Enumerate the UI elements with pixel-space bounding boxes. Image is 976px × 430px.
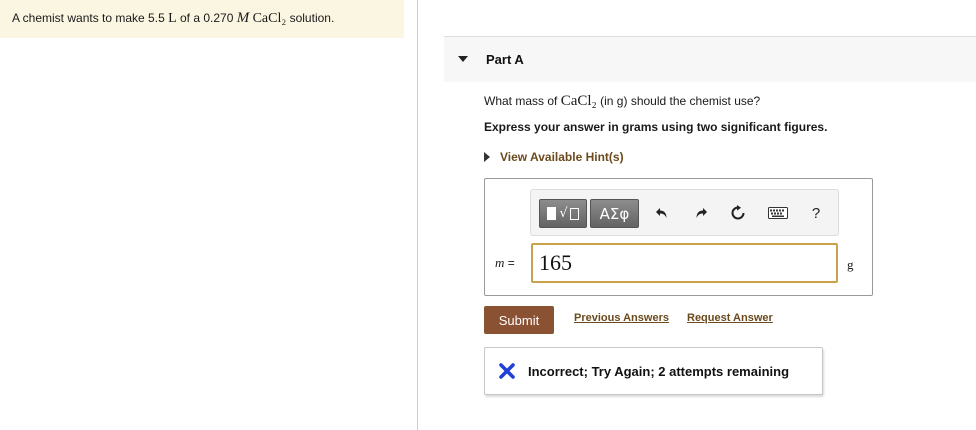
view-hints-label: View Available Hint(s) [500, 150, 624, 164]
answer-unit: g [847, 257, 854, 272]
feedback-box: Incorrect; Try Again; 2 attempts remaini… [484, 347, 823, 395]
question-text: What mass of CaCl₂ (in g) should the che… [484, 93, 760, 110]
answer-box: √ ΑΣφ ? m = g [484, 178, 873, 296]
feedback-message: Incorrect; Try Again; 2 attempts remaini… [528, 364, 790, 379]
template-button[interactable]: √ [539, 199, 587, 228]
undo-icon[interactable] [651, 202, 673, 224]
radical-icon: √ [559, 206, 568, 221]
compound-formula: CaCl₂ [252, 11, 287, 26]
expand-triangle-icon [484, 152, 490, 162]
answer-variable: m [495, 255, 505, 270]
problem-text-suffix: solution. [289, 11, 335, 25]
answer-input[interactable] [531, 243, 838, 283]
question-compound: CaCl₂ [560, 93, 597, 109]
keyboard-icon[interactable] [767, 202, 789, 224]
submit-button[interactable]: Submit [484, 306, 554, 334]
answer-instruction: Express your answer in grams using two s… [484, 120, 828, 134]
template-block-icon [547, 207, 557, 220]
volume-unit: L [168, 11, 177, 26]
problem-text-of: of a 0.270 [180, 11, 234, 25]
view-hints-link[interactable]: View Available Hint(s) [484, 150, 624, 164]
help-button[interactable]: ? [805, 202, 827, 224]
problem-statement: A chemist wants to make 5.5 L of a 0.270… [0, 0, 404, 38]
answer-variable-label: m = [495, 255, 515, 271]
molarity-unit: M [236, 10, 250, 26]
reset-icon[interactable] [727, 202, 749, 224]
math-toolbar: √ ΑΣφ ? [530, 189, 839, 236]
request-answer-link[interactable]: Request Answer [687, 312, 773, 324]
question-suffix: should the chemist use? [630, 94, 761, 108]
problem-text-prefix: A chemist wants to make 5.5 [12, 11, 165, 25]
question-prefix: What mass of [484, 94, 558, 108]
answer-equals: = [507, 256, 515, 270]
greek-symbols-button[interactable]: ΑΣφ [590, 199, 639, 228]
template-box-icon [569, 207, 579, 220]
redo-icon[interactable] [690, 202, 712, 224]
part-title[interactable]: Part A [486, 52, 524, 67]
previous-answers-link[interactable]: Previous Answers [574, 312, 669, 324]
x-mark-icon [499, 363, 515, 379]
column-divider [417, 0, 418, 430]
collapse-caret-icon[interactable] [458, 56, 468, 62]
question-unit-hint: (in g) [600, 94, 628, 108]
